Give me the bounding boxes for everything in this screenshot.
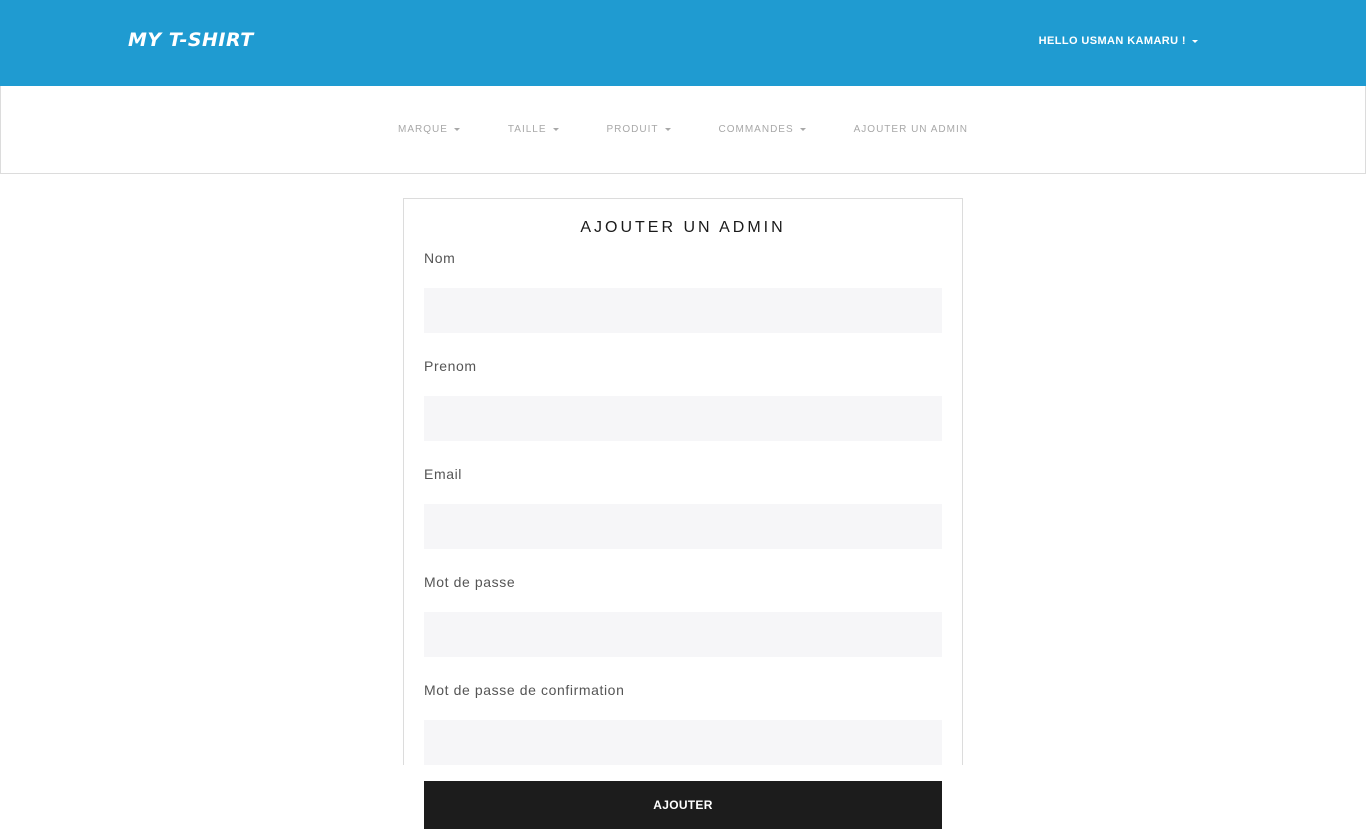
top-header: MY T-SHIRT HELLO USMAN KAMARU !: [0, 0, 1366, 86]
main-nav: MARQUE TAILLE PRODUIT COMMANDES AJOUTER …: [0, 86, 1366, 174]
chevron-down-icon: [453, 128, 460, 131]
nav-item-taille[interactable]: TAILLE: [508, 124, 559, 135]
chevron-down-icon: [552, 128, 559, 131]
nav-item-label: COMMANDES: [718, 124, 794, 135]
email-input[interactable]: [424, 503, 942, 549]
nav-item-marque[interactable]: MARQUE: [398, 124, 460, 135]
prenom-label: Prenom: [424, 357, 477, 374]
nav-item-label: PRODUIT: [606, 124, 659, 135]
ajouter-button[interactable]: AJOUTER: [424, 780, 942, 829]
nav-item-label: MARQUE: [398, 124, 448, 135]
chevron-down-icon: [1192, 39, 1198, 43]
nav-item-produit[interactable]: PRODUIT: [607, 124, 671, 135]
nav-item-commandes[interactable]: COMMANDES: [719, 124, 806, 135]
chevron-down-icon: [664, 128, 671, 131]
nom-input[interactable]: [424, 287, 942, 333]
user-menu-dropdown[interactable]: HELLO USMAN KAMARU !: [1039, 35, 1198, 47]
password-label: Mot de passe: [424, 573, 516, 590]
nav-item-ajouter-admin[interactable]: AJOUTER UN ADMIN: [854, 124, 968, 135]
prenom-input[interactable]: [424, 395, 942, 441]
user-greeting: HELLO USMAN KAMARU !: [1038, 35, 1186, 47]
form-title: AJOUTER UN ADMIN: [580, 219, 786, 236]
chevron-down-icon: [799, 128, 806, 131]
password-input[interactable]: [424, 611, 942, 657]
confirm-password-label: Mot de passe de confirmation: [424, 681, 625, 698]
add-admin-form-card: AJOUTER UN ADMIN Nom Prenom Email Mot de…: [403, 198, 963, 829]
confirm-password-input[interactable]: [424, 719, 942, 765]
email-label: Email: [424, 465, 463, 482]
nom-label: Nom: [424, 249, 456, 266]
brand-logo[interactable]: MY T-SHIRT: [128, 29, 254, 51]
nav-item-label: AJOUTER UN ADMIN: [853, 124, 968, 135]
nav-item-label: TAILLE: [507, 124, 547, 135]
